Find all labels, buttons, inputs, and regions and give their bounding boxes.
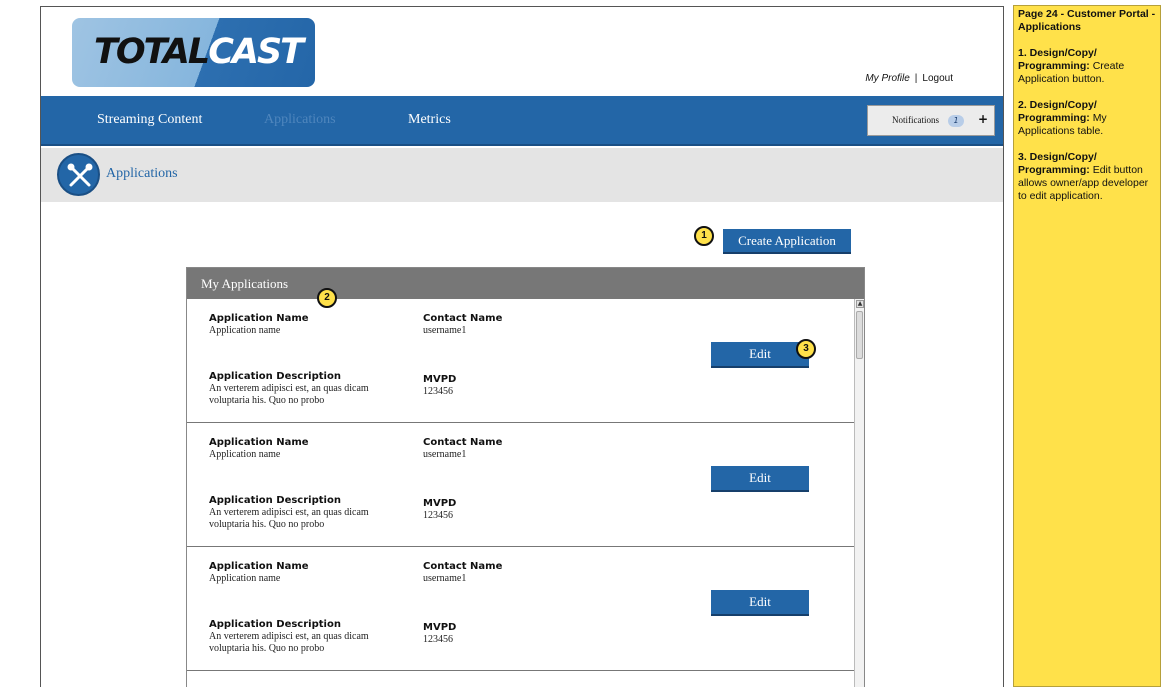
mvpd-value: 123456 (423, 386, 453, 397)
mvpd-value: 123456 (423, 510, 453, 521)
contact-name-value: username1 (423, 325, 467, 336)
contact-name-value: username1 (423, 573, 467, 584)
application-description-value: An verterem adipisci est, an quas dicam … (209, 383, 369, 406)
nav-streaming-content[interactable]: Streaming Content (97, 112, 202, 128)
mvpd-value: 123456 (423, 634, 453, 645)
contact-name-label: Contact Name (423, 313, 503, 324)
application-name-value: Application name (209, 573, 281, 584)
note-item: 1. Design/Copy/ Programming: Create Appl… (1018, 47, 1156, 86)
logo-wordmark: TOTALCAST (94, 32, 304, 72)
mvpd-label: MVPD (423, 622, 457, 633)
application-description-value: An verterem adipisci est, an quas dicam … (209, 507, 369, 530)
notifications-label: Notifications (892, 115, 939, 125)
page-title: Applications (106, 166, 178, 181)
link-separator: | (914, 73, 918, 84)
application-description-label: Application Description (209, 619, 341, 630)
table-header: My Applications (187, 268, 864, 299)
mvpd-label: MVPD (423, 498, 457, 509)
application-name-value: Application name (209, 325, 281, 336)
nav-applications[interactable]: Applications (264, 112, 336, 128)
notifications-plus-icon[interactable]: + (978, 112, 988, 126)
logo-word-total: TOTAL (94, 32, 210, 72)
application-description-value: An verterem adipisci est, an quas dicam … (209, 631, 369, 654)
note-heading: 1. Design/Copy/ Programming: (1018, 47, 1097, 72)
notes-title: Page 24 - Customer Portal - Applications (1018, 8, 1156, 33)
my-applications-table: My Applications 2 Application Name Appli… (186, 267, 865, 687)
edit-button[interactable]: Edit (711, 590, 809, 616)
scrollbar-thumb[interactable] (856, 311, 863, 359)
tools-icon-graphic (67, 163, 93, 187)
applications-tools-icon (57, 153, 100, 196)
table-title: My Applications (201, 276, 289, 291)
table-scrollbar[interactable]: ▲ (854, 299, 864, 687)
annotation-marker-3: 3 (796, 339, 816, 359)
user-links: My Profile | Logout (865, 73, 953, 84)
note-heading: 2. Design/Copy/ Programming: (1018, 99, 1097, 124)
table-row: Application Name Application name Contac… (187, 547, 854, 671)
contact-name-value: username1 (423, 449, 467, 460)
logo-word-cast: CAST (208, 32, 304, 72)
application-name-label: Application Name (209, 437, 309, 448)
totalcast-logo[interactable]: TOTALCAST (72, 18, 315, 87)
edit-button[interactable]: Edit (711, 466, 809, 492)
application-name-label: Application Name (209, 313, 309, 324)
annotation-marker-1: 1 (694, 226, 714, 246)
page-subheader: Applications (41, 148, 1003, 202)
note-item: 2. Design/Copy/ Programming: My Applicat… (1018, 99, 1156, 138)
nav-metrics[interactable]: Metrics (408, 112, 451, 128)
application-description-label: Application Description (209, 495, 341, 506)
application-name-label: Application Name (209, 561, 309, 572)
table-row: Application Name Application name Contac… (187, 299, 854, 423)
table-row (187, 671, 854, 687)
note-item: 3. Design/Copy/ Programming: Edit button… (1018, 151, 1156, 203)
application-name-value: Application name (209, 449, 281, 460)
logout-link[interactable]: Logout (922, 73, 953, 84)
annotation-notes-panel: Page 24 - Customer Portal - Applications… (1013, 5, 1161, 687)
edit-button[interactable]: Edit (711, 342, 809, 368)
mvpd-label: MVPD (423, 374, 457, 385)
my-profile-link[interactable]: My Profile (865, 73, 909, 84)
notifications-count-badge: 1 (948, 115, 964, 127)
wireframe-frame: TOTALCAST My Profile | Logout Streaming Co… (40, 6, 1004, 687)
contact-name-label: Contact Name (423, 437, 503, 448)
create-application-button[interactable]: Create Application (723, 229, 851, 254)
main-navbar: Streaming Content Applications Metrics N… (41, 96, 1003, 146)
notifications-button[interactable]: Notifications 1 + (867, 105, 995, 136)
note-heading: 3. Design/Copy/ Programming: (1018, 151, 1097, 176)
contact-name-label: Contact Name (423, 561, 503, 572)
application-description-label: Application Description (209, 371, 341, 382)
scroll-up-arrow-icon[interactable]: ▲ (856, 300, 864, 308)
table-row: Application Name Application name Contac… (187, 423, 854, 547)
application-list: Application Name Application name Contac… (187, 299, 854, 687)
